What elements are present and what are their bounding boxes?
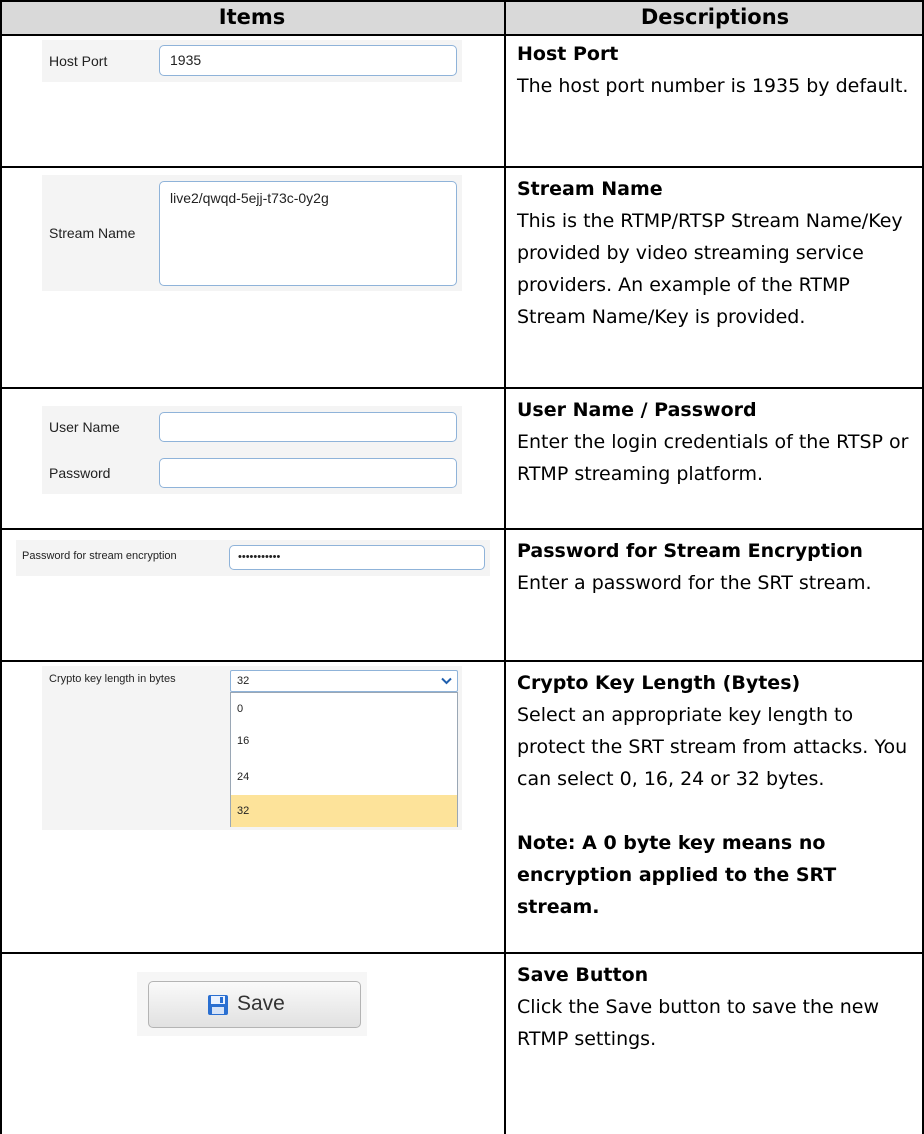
host-port-label: Host Port [49,53,108,69]
crypto-key-options-list: 0 16 24 32 [230,692,458,827]
crypto-key-select[interactable]: 32 [230,670,458,692]
description-note: Note: A 0 byte key means no encryption a… [517,832,837,918]
description-title: User Name / Password [517,399,757,421]
description-body: Enter a password for the SRT stream. [517,572,872,594]
host-port-input[interactable]: 1935 [159,45,457,76]
description-title: Crypto Key Length (Bytes) [517,672,801,694]
floppy-disk-icon [208,995,228,1015]
crypto-key-option[interactable]: 0 [231,693,457,725]
password-input[interactable] [159,458,457,488]
save-button-label: Save [237,992,285,1015]
user-name-input[interactable] [159,412,457,442]
encryption-password-input[interactable]: ••••••••••• [229,545,485,570]
table-border [0,0,2,1134]
description-title: Password for Stream Encryption [517,540,863,562]
host-port-description: Host Port The host port number is 1935 b… [517,38,912,102]
description-title: Host Port [517,43,619,65]
table-border [504,0,506,1134]
description-title: Stream Name [517,178,663,200]
table-border [0,166,924,168]
table-border [0,34,924,36]
table-border [0,528,924,530]
description-body: Enter the login credentials of the RTSP … [517,431,909,485]
user-password-description: User Name / Password Enter the login cre… [517,394,912,490]
crypto-key-description: Crypto Key Length (Bytes) Select an appr… [517,667,912,923]
table-border [0,0,924,2]
save-button[interactable]: Save [148,981,361,1028]
crypto-key-option-selected[interactable]: 32 [231,795,457,827]
column-header-descriptions: Descriptions [640,5,790,29]
crypto-key-option[interactable]: 24 [231,761,457,793]
encryption-password-label: Password for stream encryption [22,550,177,562]
stream-name-description: Stream Name This is the RTMP/RTSP Stream… [517,173,912,333]
password-label: Password [49,465,111,481]
encryption-password-description: Password for Stream Encryption Enter a p… [517,535,912,599]
description-body: This is the RTMP/RTSP Stream Name/Key pr… [517,210,903,328]
crypto-key-option[interactable]: 16 [231,725,457,757]
stream-name-input[interactable]: live2/qwqd-5ejj-t73c-0y2g [159,181,457,286]
table-header: Items Descriptions [0,0,924,34]
description-body: The host port number is 1935 by default. [517,75,909,97]
crypto-key-label: Crypto key length in bytes [49,673,176,685]
description-body: Select an appropriate key length to prot… [517,704,908,790]
table-border [0,952,924,954]
table-border [0,660,924,662]
crypto-key-selected-value: 32 [237,675,250,687]
save-description: Save Button Click the Save button to sav… [517,959,912,1055]
user-name-label: User Name [49,419,120,435]
chevron-down-icon[interactable] [441,677,452,685]
table-border [0,387,924,389]
column-header-items: Items [218,5,286,29]
description-body: Click the Save button to save the new RT… [517,996,880,1050]
description-title: Save Button [517,964,649,986]
stream-name-label: Stream Name [49,225,136,241]
